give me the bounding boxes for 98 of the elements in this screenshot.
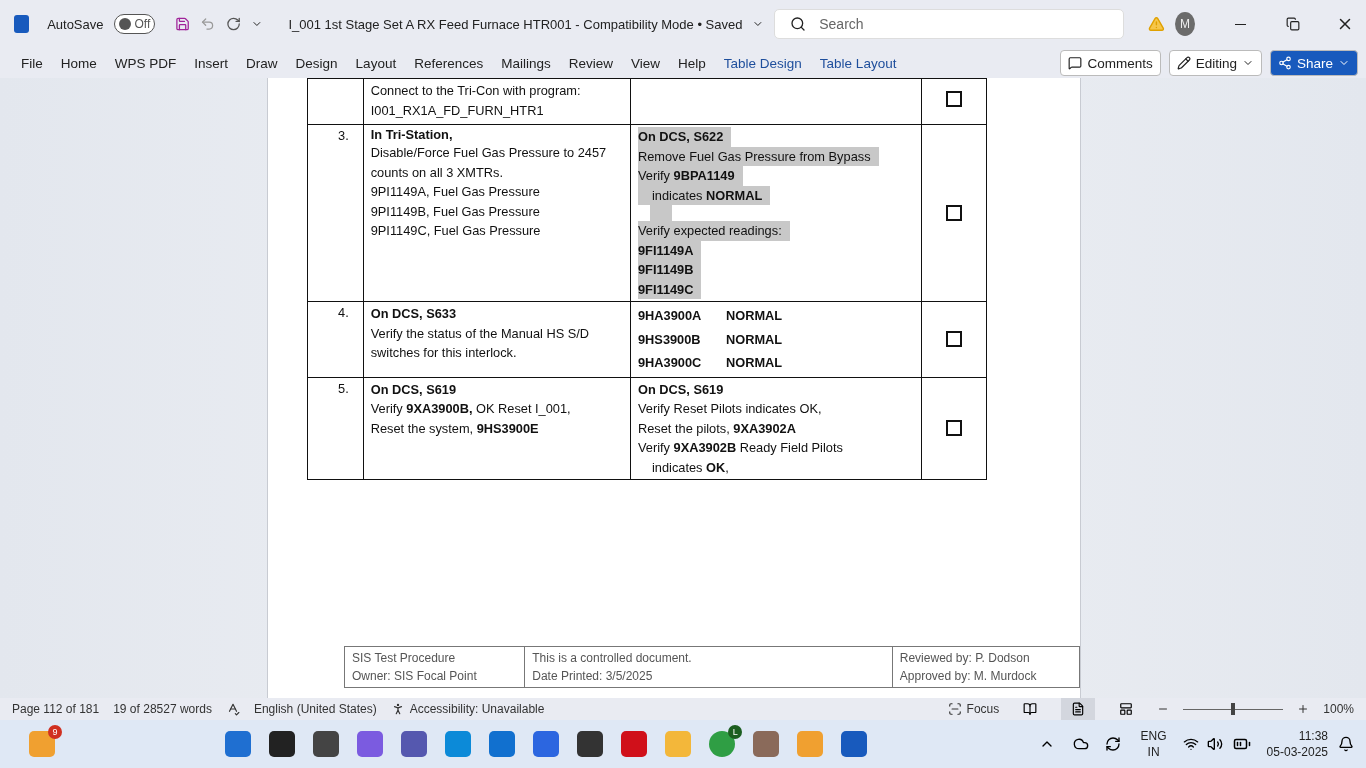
- action-text: Verify 9XA3900B, OK Reset I_001,: [370, 400, 572, 418]
- print-layout-icon[interactable]: [1061, 698, 1096, 720]
- tag-text: 9HA3900A: [638, 307, 703, 325]
- action-text: In Tri-Station,: [370, 127, 454, 143]
- tag-text: 9HS3900B: [638, 330, 702, 349]
- ribbon-tab[interactable]: Table Design: [714, 51, 811, 75]
- comments-button[interactable]: Comments: [1060, 50, 1161, 76]
- ribbon-tab[interactable]: Review: [559, 51, 622, 75]
- ribbon-tab[interactable]: WPS PDF: [105, 51, 186, 75]
- action-text: 9PI1149A, Fuel Gas Pressure: [370, 183, 541, 201]
- status-text: NORMAL: [726, 330, 783, 349]
- clock-date[interactable]: 05-03-2025: [1266, 744, 1328, 760]
- notification-badge: 9: [48, 725, 62, 739]
- cloud-icon[interactable]: [1072, 736, 1089, 752]
- action-text: 9PI1149B, Fuel Gas Pressure: [370, 202, 541, 221]
- action-text: On DCS, S619: [370, 380, 458, 399]
- ribbon-tab[interactable]: Mailings: [492, 51, 560, 75]
- zoom-percent[interactable]: 100%: [1323, 702, 1354, 716]
- status-text: NORMAL: [726, 307, 783, 325]
- checkbox[interactable]: [946, 90, 962, 107]
- focus-icon: [947, 702, 962, 716]
- zoom-thumb[interactable]: [1231, 703, 1236, 715]
- accessibility-status[interactable]: Accessibility: Unavailable: [390, 702, 545, 716]
- search-icon: [790, 16, 807, 32]
- app-icon[interactable]: [577, 731, 604, 757]
- ribbon-tab[interactable]: View: [622, 51, 670, 75]
- autosave-toggle[interactable]: Off: [113, 14, 156, 34]
- verify-text: Verify 9BPA1149: [638, 166, 743, 186]
- footer-text: SIS Test Procedure: [352, 650, 457, 667]
- word-count[interactable]: 19 of 28527 words: [113, 702, 212, 716]
- step-number: 3.: [337, 127, 350, 145]
- action-text: Disable/Force Fuel Gas Pressure to 2457 counts on all 3 XMTRs.: [370, 144, 608, 182]
- volume-icon[interactable]: [1206, 736, 1223, 752]
- app-icon[interactable]: [269, 731, 296, 757]
- redo-icon[interactable]: [225, 15, 241, 33]
- ribbon-tab[interactable]: Home: [51, 51, 106, 75]
- action-text: 9PI1149C, Fuel Gas Pressure: [370, 222, 542, 240]
- status-text: NORMAL: [726, 354, 783, 372]
- verify-text: 9FI1149C: [638, 279, 702, 299]
- autosave-label: AutoSave: [47, 16, 104, 32]
- app-icon[interactable]: [313, 731, 340, 757]
- page-count[interactable]: Page 112 of 181: [12, 702, 100, 716]
- verify-text: indicates NORMAL: [638, 185, 771, 205]
- share-icon: [1277, 56, 1292, 70]
- verify-text: Verify expected readings:: [638, 221, 790, 241]
- editing-button[interactable]: Editing: [1168, 50, 1262, 76]
- document-title[interactable]: I_001 1st Stage Set A RX Feed Furnace HTR001 - Compatibility Mode • Saved: [288, 16, 743, 32]
- step-number: 4.: [337, 304, 350, 322]
- action-text: Reset the system, 9HS3900E: [370, 419, 540, 438]
- footer-text: Owner: SIS Focal Point: [352, 668, 478, 685]
- ribbon-tab[interactable]: Layout: [346, 51, 406, 75]
- step-number: 5.: [337, 379, 350, 398]
- verify-text: On DCS, S619: [638, 380, 724, 399]
- ribbon-tab[interactable]: Design: [286, 51, 347, 75]
- verify-text: Verify 9XA3902B Ready Field Pilots: [638, 439, 843, 457]
- input-region[interactable]: IN: [1147, 744, 1160, 760]
- restore-icon: [1285, 17, 1300, 31]
- ribbon-tab[interactable]: Insert: [185, 51, 238, 75]
- comment-icon: [1068, 56, 1083, 70]
- search-field[interactable]: Search: [774, 9, 1125, 39]
- language-status[interactable]: English (United States): [253, 702, 377, 716]
- focus-button[interactable]: Focus: [947, 702, 1000, 716]
- input-language[interactable]: ENG: [1140, 728, 1167, 744]
- action-text: On DCS, S633: [370, 305, 458, 323]
- verify-text: 9FI1149B: [638, 260, 702, 280]
- profile-badge: L: [728, 725, 743, 739]
- ribbon-tab[interactable]: Draw: [237, 51, 287, 75]
- wifi-icon[interactable]: [1182, 736, 1199, 752]
- clock-time[interactable]: 11:38: [1298, 728, 1328, 744]
- ribbon-tab[interactable]: Table Layout: [810, 51, 906, 75]
- action-text: Verify the status of the Manual HS S/D switches for this interlock.: [370, 324, 591, 362]
- notifications-icon[interactable]: [1338, 736, 1354, 752]
- sync-icon[interactable]: [1104, 736, 1121, 752]
- minimize-icon: [1234, 23, 1246, 25]
- ribbon-tab[interactable]: Help: [669, 51, 715, 75]
- ribbon-tab[interactable]: References: [405, 51, 493, 75]
- verify-text: On DCS, S622: [638, 127, 732, 147]
- zoom-in-icon[interactable]: [1297, 703, 1310, 715]
- verify-text: Reset the pilots, 9XA3902A: [638, 419, 796, 438]
- footer-text: Date Printed: 3/5/2025: [532, 668, 654, 685]
- save-icon[interactable]: [175, 15, 191, 33]
- footer-text: This is a controlled document.: [532, 650, 693, 667]
- checkbox[interactable]: [946, 420, 962, 437]
- checkbox[interactable]: [946, 205, 962, 221]
- footer-text: Approved by: M. Murdock: [899, 668, 1038, 685]
- share-button[interactable]: Share: [1269, 50, 1358, 76]
- action-text: Connect to the Tri-Con with program:: [370, 82, 582, 100]
- verify-text: Verify Reset Pilots indicates OK,: [638, 400, 822, 418]
- checkbox[interactable]: [946, 331, 962, 348]
- footer-text: Reviewed by: P. Dodson: [899, 650, 1031, 667]
- verify-text: 9FI1149A: [638, 240, 702, 260]
- tag-text: 9HA3900C: [638, 354, 703, 372]
- pencil-icon: [1176, 56, 1191, 70]
- user-avatar[interactable]: M: [1175, 12, 1196, 36]
- verify-text: indicates OK,: [651, 458, 729, 477]
- verify-text: Remove Fuel Gas Pressure from Bypass: [638, 146, 879, 166]
- ribbon-tab[interactable]: File: [12, 51, 52, 75]
- action-text: I001_RX1A_FD_FURN_HTR1: [370, 101, 545, 120]
